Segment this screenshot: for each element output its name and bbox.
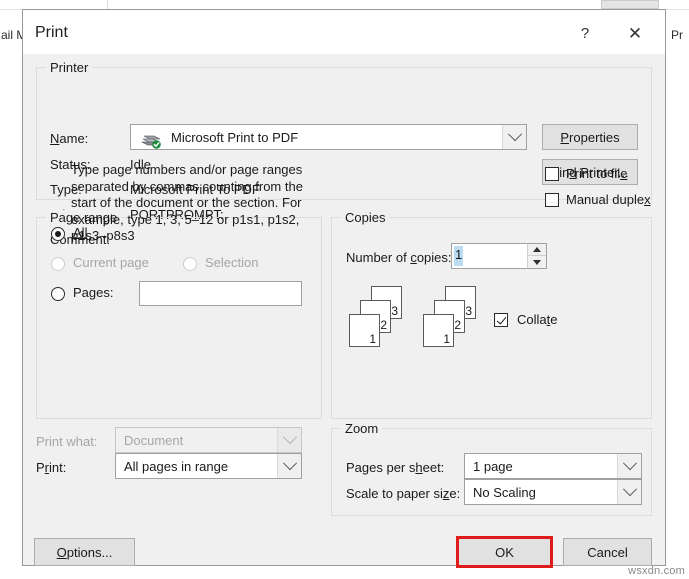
radio-current-page[interactable] xyxy=(51,257,65,271)
collate-sheet-b3-number: 3 xyxy=(465,304,472,318)
dialog-body: Printer Name: Microsoft Print to PDF Sta… xyxy=(23,54,665,568)
collate-label: Collate xyxy=(517,312,558,327)
copies-number-label: Number of copies: xyxy=(346,250,452,265)
pages-per-sheet-combo[interactable]: 1 page xyxy=(464,453,642,479)
collate-sheet-b1: 1 xyxy=(423,314,454,347)
printer-name-chevron-down-icon[interactable] xyxy=(502,125,526,149)
background-divider xyxy=(107,0,108,9)
print-what-label: Print what: xyxy=(36,434,98,449)
print-range-combo[interactable]: All pages in range xyxy=(115,453,302,479)
copies-spinner[interactable] xyxy=(527,243,547,269)
print-range-chevron-down-icon[interactable] xyxy=(277,454,301,478)
background-right-text: Pr xyxy=(671,28,683,42)
background-button xyxy=(601,0,659,9)
collate-sheet-a1: 1 xyxy=(349,314,380,347)
scale-chevron-down-icon[interactable] xyxy=(617,480,641,504)
manual-duplex-label: Manual duplex xyxy=(566,192,651,207)
radio-pages[interactable] xyxy=(51,287,65,301)
pages-per-sheet-value: 1 page xyxy=(473,458,513,474)
radio-selection-label: Selection xyxy=(205,255,259,270)
pages-per-sheet-chevron-down-icon[interactable] xyxy=(617,454,641,478)
scale-to-paper-size-label: Scale to paper size: xyxy=(346,486,461,501)
watermark: wsxdn.com xyxy=(628,565,685,577)
dialog-title: Print xyxy=(35,24,68,41)
print-what-value: Document xyxy=(124,432,184,448)
collate-sheet-a3-number: 3 xyxy=(391,304,398,318)
scale-to-paper-size-combo[interactable]: No Scaling xyxy=(464,479,642,505)
printer-name-label: Name: xyxy=(50,131,89,146)
print-dialog: Print ? ✕ Printer Name: Microsoft Print … xyxy=(22,9,666,568)
collate-sheet-a2-number: 2 xyxy=(380,318,387,332)
print-to-file-checkbox[interactable] xyxy=(545,167,559,181)
manual-duplex-checkbox[interactable] xyxy=(545,193,559,207)
cancel-button-label: Cancel xyxy=(587,544,628,560)
printer-name-combo[interactable]: Microsoft Print to PDF xyxy=(130,124,527,150)
copies-spinner-down-icon[interactable] xyxy=(528,256,546,268)
pages-per-sheet-label: Pages per sheet: xyxy=(346,460,445,475)
copies-spinner-up-icon[interactable] xyxy=(528,244,546,256)
copies-input-value: 1 xyxy=(455,247,463,262)
properties-button[interactable]: Properties xyxy=(542,124,638,150)
pages-input[interactable] xyxy=(139,281,302,306)
ok-button-label: OK xyxy=(495,544,514,560)
print-range-label: Print: xyxy=(36,460,67,475)
cancel-button[interactable]: Cancel xyxy=(563,538,652,566)
properties-button-label: Properties xyxy=(560,129,620,145)
dialog-titlebar: Print ? ✕ xyxy=(23,10,665,55)
radio-all[interactable] xyxy=(51,227,65,241)
printer-name-value: Microsoft Print to PDF xyxy=(171,129,299,145)
print-to-file-label: Print to file xyxy=(566,166,628,181)
collate-sheet-a1-number: 1 xyxy=(369,332,376,346)
help-icon[interactable]: ? xyxy=(562,18,608,49)
ok-button[interactable]: OK xyxy=(458,538,551,566)
scale-to-paper-size-value: No Scaling xyxy=(473,484,536,500)
radio-current-page-label: Current page xyxy=(73,255,149,270)
options-button-label: Options... xyxy=(56,544,113,560)
collate-sheet-b2-number: 2 xyxy=(454,318,461,332)
collate-sheet-b1-number: 1 xyxy=(443,332,450,346)
page-range-group: Page range xyxy=(36,210,322,419)
options-button[interactable]: Options... xyxy=(34,538,135,566)
collate-checkbox[interactable] xyxy=(494,313,508,327)
radio-selection[interactable] xyxy=(183,257,197,271)
page-range-help-text: Type page numbers and/or page ranges sep… xyxy=(71,162,303,243)
close-icon[interactable]: ✕ xyxy=(612,18,658,49)
copies-group-title: Copies xyxy=(341,210,390,225)
print-what-combo[interactable]: Document xyxy=(115,427,302,453)
print-range-value: All pages in range xyxy=(124,458,229,474)
print-what-chevron-down-icon[interactable] xyxy=(277,428,301,452)
zoom-group-title: Zoom xyxy=(341,421,383,436)
printer-icon xyxy=(141,135,161,149)
printer-group-title: Printer xyxy=(46,60,93,75)
radio-pages-label: Pages: xyxy=(73,285,114,300)
